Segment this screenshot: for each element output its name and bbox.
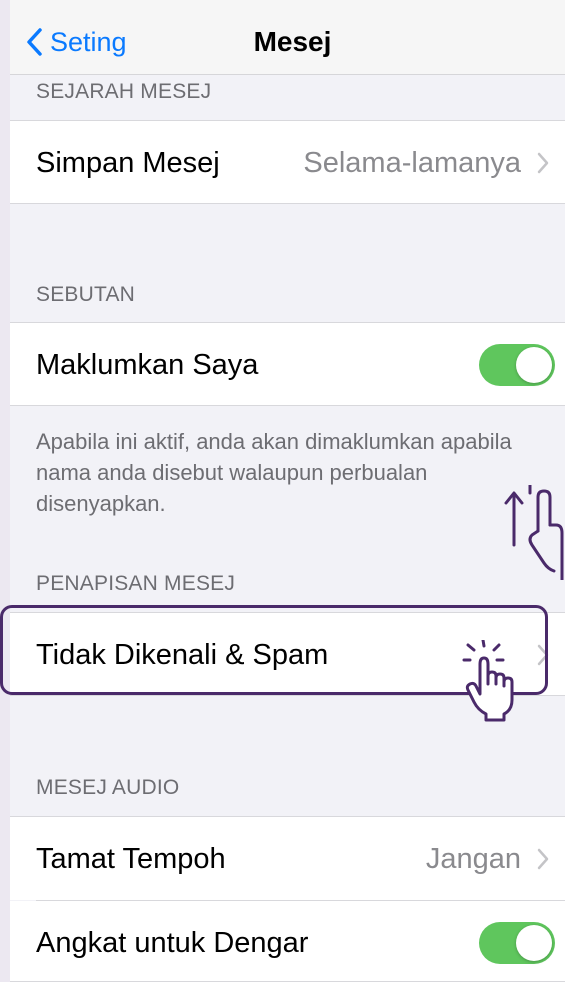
notify-me-label: Maklumkan Saya (36, 349, 259, 381)
raise-to-listen-toggle[interactable] (479, 922, 555, 964)
toggle-knob (516, 925, 552, 961)
section-header-mentions: SEBUTAN (36, 283, 136, 306)
page-title: Mesej (253, 26, 332, 57)
expire-value: Jangan (425, 843, 521, 875)
settings-screen: Seting Mesej SEJARAH MESEJ Simpan Mesej … (10, 0, 565, 982)
tap-hand-icon (462, 640, 514, 722)
keep-messages-label: Simpan Mesej (36, 147, 220, 179)
chevron-right-icon (537, 152, 549, 174)
keep-messages-row[interactable]: Simpan Mesej Selama-lamanya (10, 120, 565, 204)
swipe-up-icon (504, 485, 564, 580)
expire-row[interactable]: Tamat Tempoh Jangan (10, 816, 565, 900)
section-header-filtering: PENAPISAN MESEJ (36, 572, 236, 595)
raise-to-listen-label: Angkat untuk Dengar (36, 927, 309, 959)
raise-to-listen-row: Angkat untuk Dengar (10, 901, 565, 982)
section-header-audio: MESEJ AUDIO (36, 776, 180, 799)
keep-messages-value: Selama-lamanya (303, 147, 521, 179)
expire-label: Tamat Tempoh (36, 843, 226, 875)
notify-me-toggle[interactable] (479, 344, 555, 386)
section-header-history: SEJARAH MESEJ (36, 80, 212, 103)
chevron-right-icon (537, 848, 549, 870)
navigation-bar: Seting Mesej (10, 0, 565, 75)
mentions-footer-note: Apabila ini aktif, anda akan dimaklumkan… (36, 429, 512, 516)
notify-me-row: Maklumkan Saya (10, 322, 565, 406)
toggle-knob (516, 347, 552, 383)
